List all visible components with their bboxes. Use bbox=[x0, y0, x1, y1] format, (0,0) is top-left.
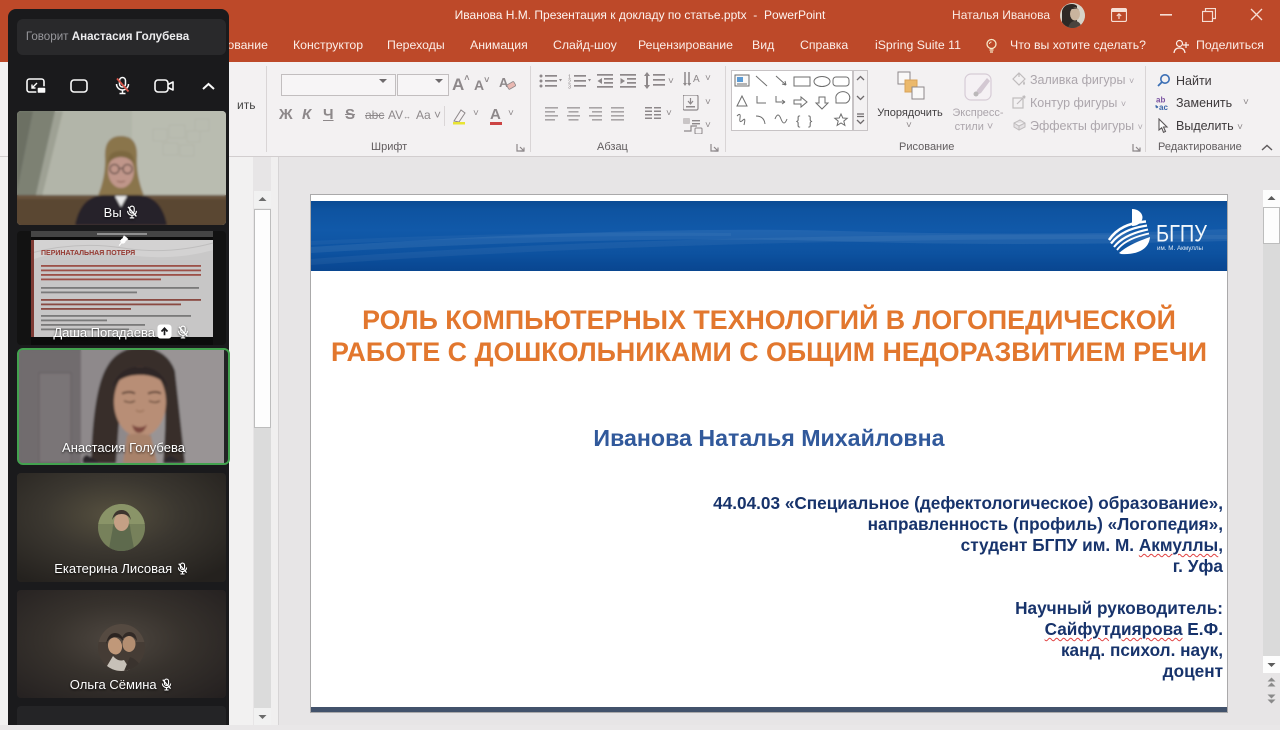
svg-text:им. М. Акмуллы: им. М. Акмуллы bbox=[1157, 246, 1203, 252]
svg-text:{: { bbox=[796, 113, 801, 128]
svg-text:ПЕРИНАТАЛЬНАЯ ПОТЕРЯ: ПЕРИНАТАЛЬНАЯ ПОТЕРЯ bbox=[41, 250, 135, 257]
svg-text:ac: ac bbox=[1159, 103, 1168, 111]
svg-text:3: 3 bbox=[568, 85, 571, 90]
svg-text:A: A bbox=[499, 75, 509, 90]
svg-text:}: } bbox=[808, 113, 813, 128]
svg-text:БГПУ: БГПУ bbox=[1156, 221, 1208, 248]
svg-text:А: А bbox=[693, 74, 700, 85]
